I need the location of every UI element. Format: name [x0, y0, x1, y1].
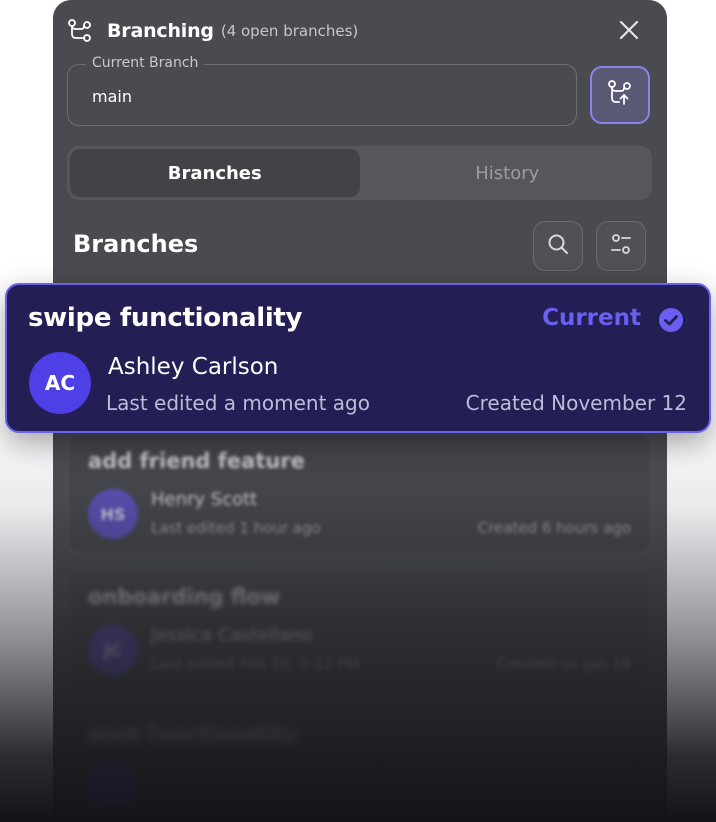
- last-edited: Last edited Feb 10, 5:12 PM: [151, 655, 360, 673]
- created-date: Created November 12: [465, 391, 687, 415]
- switch-branch-button[interactable]: [590, 66, 650, 124]
- last-edited: Last edited a moment ago: [106, 391, 370, 415]
- current-branch-label: Current Branch: [86, 55, 205, 71]
- branch-name: swipe functionality: [28, 303, 303, 333]
- panel-title: Branching: [107, 20, 214, 42]
- avatar: HS: [88, 489, 138, 539]
- current-branch-field[interactable]: Current Branch main: [67, 55, 577, 126]
- search-button[interactable]: [533, 221, 583, 271]
- branch-author: Ashley Carlson: [108, 354, 279, 380]
- panel-header: Branching (4 open branches): [67, 16, 653, 46]
- branches-heading: Branches: [73, 230, 199, 258]
- branch-name: add friend feature: [88, 449, 305, 473]
- current-branch-value: main: [92, 87, 132, 106]
- filter-button[interactable]: [596, 221, 646, 271]
- switch-branch-icon: [605, 78, 635, 112]
- filter-icon: [608, 231, 634, 261]
- avatar: [88, 762, 138, 812]
- branch-author: Jessica Castellano: [151, 625, 313, 646]
- last-edited: Last edited 1 hour ago: [151, 519, 321, 537]
- created-date: Created 6 hours ago: [477, 519, 631, 537]
- check-circle-icon: [657, 306, 685, 334]
- current-branch-card[interactable]: swipe functionality Current AC Ashley Ca…: [5, 283, 711, 433]
- avatar: AC: [29, 352, 91, 414]
- created-date: Created on Jan 18: [496, 655, 631, 673]
- branch-card[interactable]: onboarding flow JC Jessica Castellano La…: [67, 568, 652, 690]
- branch-icon: [67, 18, 93, 44]
- branch-author: Henry Scott: [151, 489, 258, 510]
- branch-name: post functionality: [88, 722, 298, 746]
- branch-tabs: Branches History: [67, 146, 652, 200]
- branch-name: onboarding flow: [88, 585, 281, 609]
- tab-branches[interactable]: Branches: [70, 149, 360, 197]
- open-branches-count: (4 open branches): [220, 22, 359, 40]
- current-status-label: Current: [542, 305, 641, 331]
- close-icon[interactable]: [617, 18, 641, 42]
- branch-card[interactable]: post functionality: [67, 705, 652, 822]
- avatar: JC: [88, 625, 138, 675]
- branch-card[interactable]: add friend feature HS Henry Scott Last e…: [67, 432, 652, 554]
- search-icon: [546, 232, 570, 260]
- tab-history[interactable]: History: [363, 146, 653, 200]
